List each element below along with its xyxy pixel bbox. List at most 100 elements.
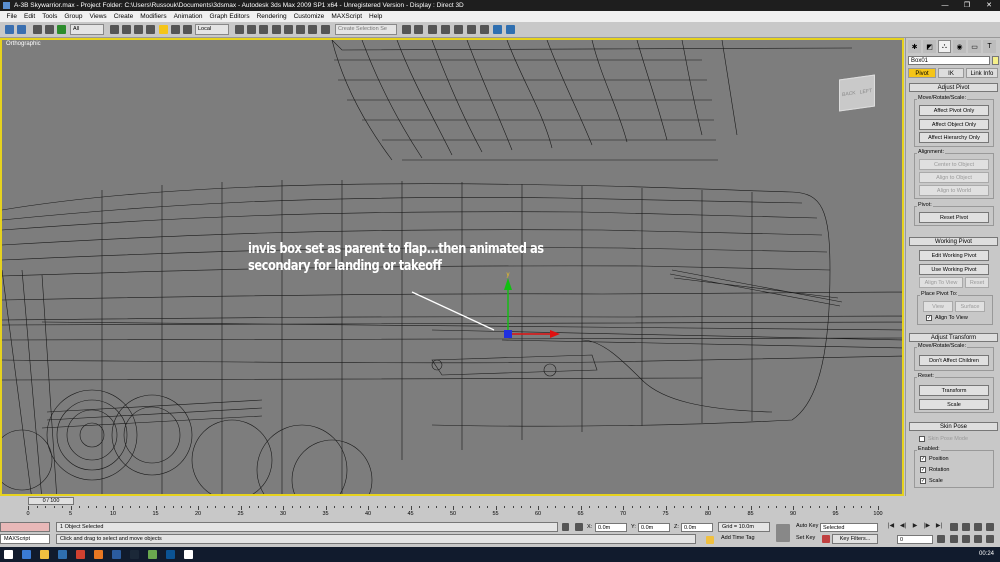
zoom-all-icon[interactable]: [962, 523, 970, 531]
utilities-tab-icon[interactable]: T: [983, 40, 996, 53]
y-coordinate-input[interactable]: 0.0m: [638, 523, 670, 532]
position-checkbox[interactable]: ✓ Position: [920, 455, 949, 463]
use-working-pivot-button[interactable]: Use Working Pivot: [919, 264, 989, 275]
menu-views[interactable]: Views: [86, 11, 110, 22]
pivot-subtab[interactable]: Pivot: [908, 68, 936, 78]
display-tab-icon[interactable]: ▭: [968, 40, 981, 53]
named-selection-sets-input[interactable]: Create Selection Se: [335, 24, 397, 35]
word-icon[interactable]: [112, 550, 121, 559]
curve-editor-icon[interactable]: [454, 25, 463, 34]
adjust-pivot-rollout[interactable]: Adjust Pivot: [909, 83, 998, 92]
selection-filter-dropdown[interactable]: All: [70, 24, 104, 35]
hierarchy-tab-icon[interactable]: ⛬: [938, 40, 951, 53]
3dsmax-taskbar-icon[interactable]: [184, 550, 193, 559]
rotation-checkbox[interactable]: ✓ Rotation: [920, 466, 950, 474]
play-icon[interactable]: ▶: [911, 522, 919, 530]
select-and-manipulate-icon[interactable]: [247, 25, 256, 34]
time-slider[interactable]: 0 / 100: [28, 497, 74, 505]
set-key-icon[interactable]: [776, 524, 790, 542]
menu-group[interactable]: Group: [61, 11, 86, 22]
go-to-start-icon[interactable]: |◀: [887, 522, 895, 530]
ik-subtab[interactable]: IK: [938, 68, 964, 78]
undo-icon[interactable]: [5, 25, 14, 34]
time-tag-icon[interactable]: [706, 536, 714, 544]
select-object-icon[interactable]: [110, 25, 119, 34]
scale-checkbox[interactable]: ✓ Scale: [920, 477, 943, 485]
angle-snap-icon[interactable]: [284, 25, 293, 34]
schematic-view-icon[interactable]: [467, 25, 476, 34]
reset-transform-button[interactable]: Transform: [919, 385, 989, 396]
edit-named-selection-icon[interactable]: [321, 25, 330, 34]
select-and-move-icon[interactable]: [159, 25, 168, 34]
time-configuration-icon[interactable]: [937, 535, 945, 543]
store-icon[interactable]: [58, 550, 67, 559]
edit-working-pivot-button[interactable]: Edit Working Pivot: [919, 250, 989, 261]
reset-scale-button[interactable]: Scale: [919, 399, 989, 410]
menu-tools[interactable]: Tools: [39, 11, 61, 22]
minimize-button[interactable]: —: [934, 0, 956, 11]
adjust-transform-rollout[interactable]: Adjust Transform: [909, 333, 998, 342]
window-crossing-icon[interactable]: [146, 25, 155, 34]
rendered-frame-window-icon[interactable]: [506, 25, 515, 34]
menu-customize[interactable]: Customize: [290, 11, 328, 22]
viewcube[interactable]: BACK LEFT: [839, 74, 875, 112]
absolute-mode-icon[interactable]: [575, 523, 583, 531]
keyboard-shortcut-override-icon[interactable]: [259, 25, 268, 34]
align-to-view-checkbox[interactable]: ✓ Align To View: [926, 314, 968, 322]
reference-coordinate-dropdown[interactable]: Local: [195, 24, 229, 35]
select-link-icon[interactable]: [33, 25, 42, 34]
align-icon[interactable]: [414, 25, 423, 34]
menu-maxscript[interactable]: MAXScript: [328, 11, 366, 22]
current-frame-input[interactable]: 0: [897, 535, 933, 544]
affect-hierarchy-only-button[interactable]: Affect Hierarchy Only: [919, 132, 989, 143]
taskbar-clock[interactable]: 00:24: [979, 547, 994, 562]
motion-tab-icon[interactable]: ◉: [953, 40, 966, 53]
menu-rendering[interactable]: Rendering: [253, 11, 290, 22]
percent-snap-icon[interactable]: [296, 25, 305, 34]
menu-animation[interactable]: Animation: [170, 11, 206, 22]
timeline[interactable]: 0 / 100 0 5 10 15 20 25 30 35 40 45 50 55 60 65 70 75 80…: [0, 496, 1000, 520]
viewcube-back-face[interactable]: BACK: [842, 90, 856, 98]
align-to-view-button[interactable]: Align To View: [919, 277, 963, 288]
go-to-end-icon[interactable]: ▶|: [935, 522, 943, 530]
unlink-icon[interactable]: [45, 25, 54, 34]
zoom-extents-all-icon[interactable]: [986, 523, 994, 531]
menu-modifiers[interactable]: Modifiers: [137, 11, 170, 22]
close-button[interactable]: ✕: [978, 0, 1000, 11]
skin-pose-mode-checkbox[interactable]: Skin Pose Mode: [919, 435, 968, 443]
zoom-extents-icon[interactable]: [974, 523, 982, 531]
mirror-icon[interactable]: [402, 25, 411, 34]
material-editor-icon[interactable]: [480, 25, 489, 34]
previous-frame-icon[interactable]: ◀|: [899, 522, 907, 530]
bind-space-warp-icon[interactable]: [57, 25, 66, 34]
mail-icon[interactable]: [166, 550, 175, 559]
maximize-viewport-icon[interactable]: [986, 535, 994, 543]
create-tab-icon[interactable]: ✱: [908, 40, 921, 53]
affect-pivot-only-button[interactable]: Affect Pivot Only: [919, 105, 989, 116]
graphite-modeling-icon[interactable]: [441, 25, 450, 34]
maxscript-listener-mini[interactable]: [0, 522, 50, 532]
steam-icon[interactable]: [130, 550, 139, 559]
affect-object-only-button[interactable]: Affect Object Only: [919, 119, 989, 130]
media-icon[interactable]: [76, 550, 85, 559]
file-explorer-icon[interactable]: [40, 550, 49, 559]
snaps-toggle-icon[interactable]: [272, 25, 281, 34]
next-frame-icon[interactable]: |▶: [923, 522, 931, 530]
task-view-icon[interactable]: [22, 550, 31, 559]
menu-help[interactable]: Help: [366, 11, 386, 22]
field-of-view-icon[interactable]: [950, 535, 958, 543]
modify-tab-icon[interactable]: ◩: [923, 40, 936, 53]
object-name-field[interactable]: Box01: [908, 56, 990, 65]
select-and-rotate-icon[interactable]: [171, 25, 180, 34]
menu-file[interactable]: File: [3, 11, 20, 22]
lock-icon[interactable]: [562, 523, 569, 531]
reset-working-pivot-button[interactable]: Reset: [965, 277, 989, 288]
maximize-button[interactable]: ❐: [956, 0, 978, 11]
redo-icon[interactable]: [17, 25, 26, 34]
viewcube-left-face[interactable]: LEFT: [860, 88, 872, 96]
x-coordinate-input[interactable]: 0.0m: [595, 523, 627, 532]
menu-create[interactable]: Create: [110, 11, 137, 22]
align-to-world-button[interactable]: Align to World: [919, 185, 989, 196]
render-setup-icon[interactable]: [493, 25, 502, 34]
auto-key-button[interactable]: Auto Key: [793, 522, 819, 532]
